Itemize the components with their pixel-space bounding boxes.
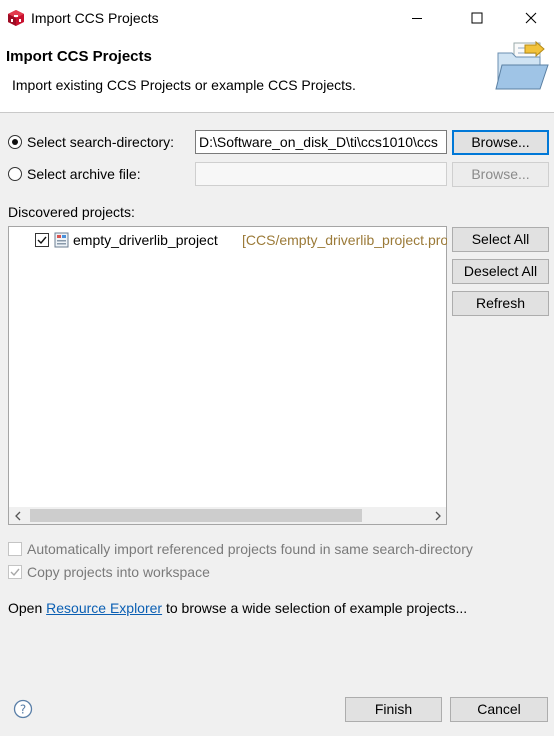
chevron-left-icon: [14, 511, 20, 520]
close-button[interactable]: [508, 0, 554, 36]
refresh-button[interactable]: Refresh: [452, 291, 549, 316]
copy-projects-option[interactable]: Copy projects into workspace: [8, 564, 210, 580]
search-directory-radio[interactable]: Select search-directory:: [8, 134, 174, 150]
cancel-button[interactable]: Cancel: [450, 697, 548, 722]
ccs-cube-icon: [8, 10, 24, 26]
maximize-icon: [471, 12, 483, 24]
radio-indicator[interactable]: [8, 167, 22, 181]
copy-projects-checkbox[interactable]: [8, 565, 22, 579]
info-prefix: Open: [8, 600, 47, 616]
archive-file-radio[interactable]: Select archive file:: [8, 166, 141, 182]
svg-text:?: ?: [20, 703, 26, 717]
project-name: empty_driverlib_project: [73, 232, 218, 248]
minimize-icon: [412, 18, 422, 19]
title-bar: Import CCS Projects: [0, 0, 554, 36]
maximize-button[interactable]: [454, 0, 500, 36]
window-title: Import CCS Projects: [31, 10, 159, 26]
search-directory-field[interactable]: D:\Software_on_disk_D\ti\ccs1010\ccs: [195, 130, 447, 154]
resource-explorer-info: Open Resource Explorer to browse a wide …: [8, 600, 467, 616]
copy-projects-label: Copy projects into workspace: [27, 564, 210, 580]
archive-file-label: Select archive file:: [27, 166, 141, 182]
auto-import-option[interactable]: Automatically import referenced projects…: [8, 541, 473, 557]
resource-explorer-link[interactable]: Resource Explorer: [46, 600, 162, 616]
auto-import-label: Automatically import referenced projects…: [27, 541, 473, 557]
wizard-header: Import CCS Projects Import existing CCS …: [0, 36, 554, 113]
close-icon: [525, 12, 537, 24]
scroll-right-button[interactable]: [429, 507, 446, 524]
auto-import-checkbox[interactable]: [8, 542, 22, 556]
project-path: [CCS/empty_driverlib_project.projectspec…: [242, 232, 447, 248]
browse-directory-button[interactable]: Browse...: [452, 130, 549, 155]
scrollbar-thumb[interactable]: [30, 509, 362, 522]
select-all-button[interactable]: Select All: [452, 227, 549, 252]
project-checkbox[interactable]: [35, 233, 49, 247]
archive-file-field[interactable]: [195, 162, 447, 186]
radio-indicator[interactable]: [8, 135, 22, 149]
finish-button[interactable]: Finish: [345, 697, 442, 722]
projects-tree[interactable]: empty_driverlib_project [CCS/empty_drive…: [8, 226, 447, 525]
import-folder-icon: [495, 40, 549, 90]
horizontal-scrollbar[interactable]: [9, 507, 446, 524]
info-suffix: to browse a wide selection of example pr…: [162, 600, 468, 616]
checkmark-icon: [10, 568, 20, 577]
scroll-left-button[interactable]: [9, 507, 26, 524]
project-icon: [54, 232, 69, 248]
discovered-projects-label: Discovered projects:: [8, 204, 135, 220]
page-description: Import existing CCS Projects or example …: [12, 77, 356, 93]
chevron-right-icon: [435, 511, 441, 520]
checkmark-icon: [37, 236, 47, 245]
help-icon[interactable]: ?: [13, 699, 33, 719]
list-item[interactable]: empty_driverlib_project [CCS/empty_drive…: [9, 229, 447, 251]
search-directory-label: Select search-directory:: [27, 134, 175, 150]
browse-archive-button[interactable]: Browse...: [452, 162, 549, 187]
minimize-button[interactable]: [394, 0, 440, 36]
page-title: Import CCS Projects: [6, 48, 152, 65]
deselect-all-button[interactable]: Deselect All: [452, 259, 549, 284]
